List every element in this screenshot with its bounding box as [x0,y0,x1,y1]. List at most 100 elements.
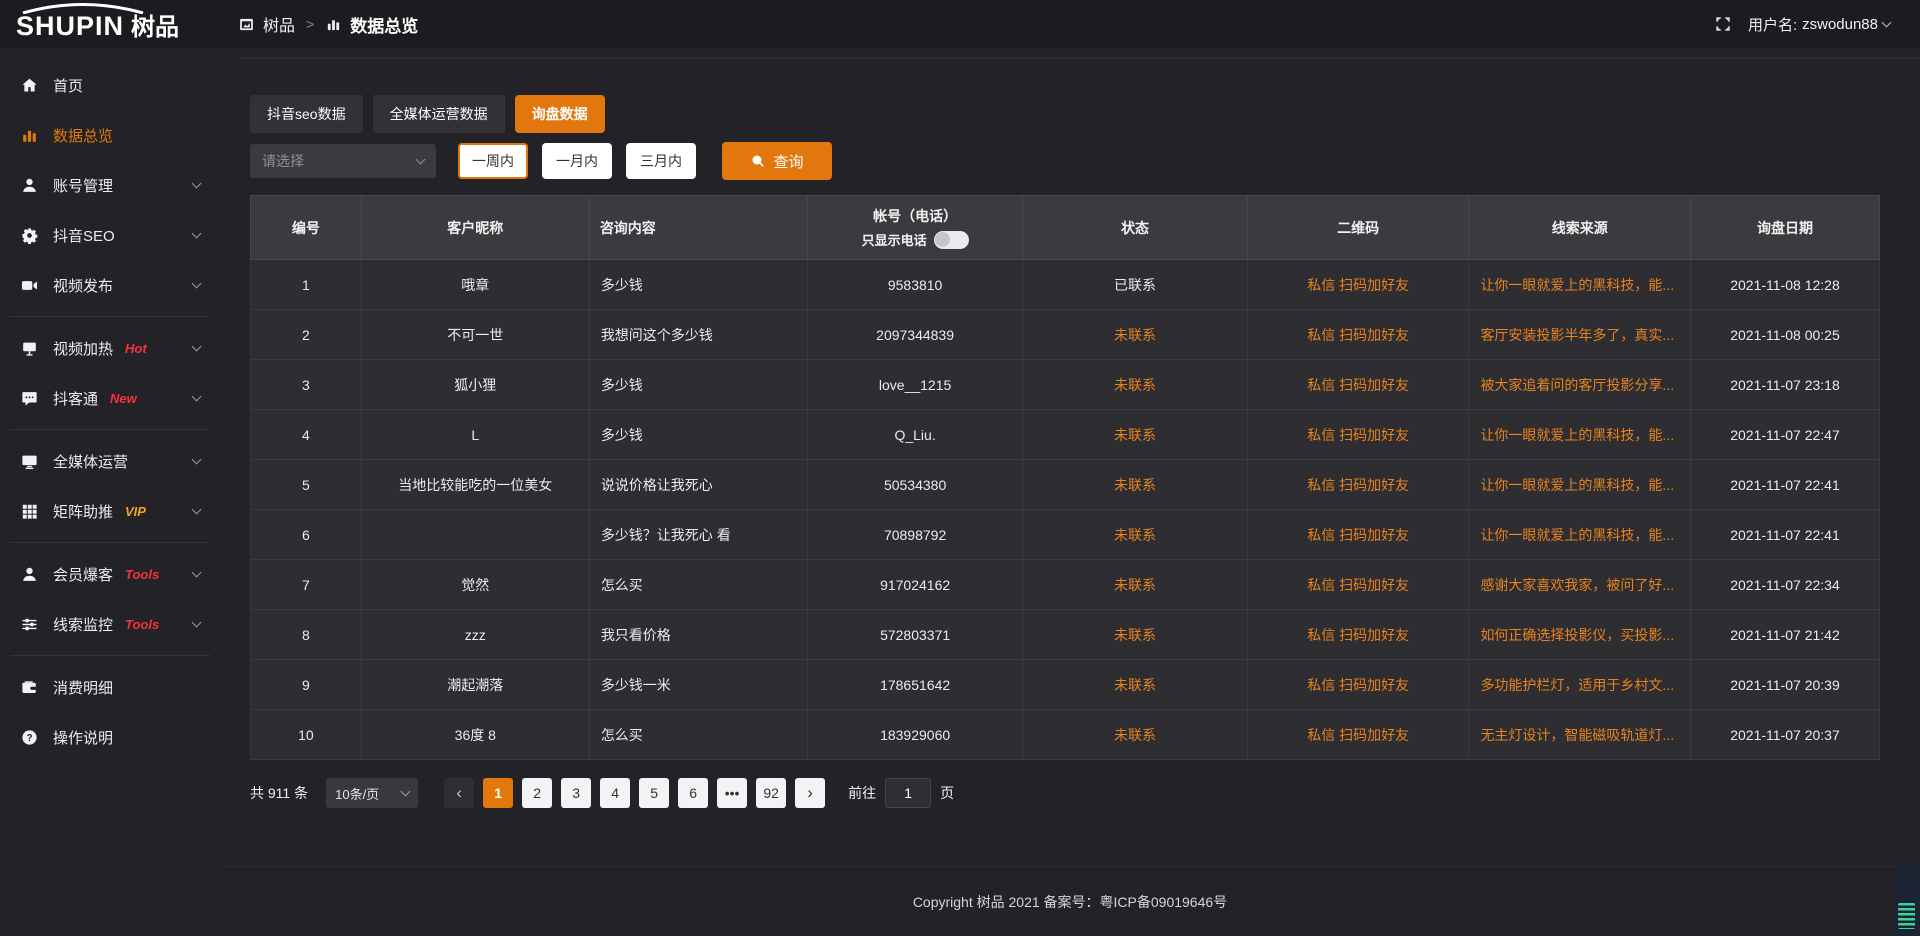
next-page-button[interactable] [795,778,825,808]
video-icon [20,276,39,295]
user-icon [20,565,39,584]
cell-qrcode[interactable]: 私信 扫码加好友 [1247,260,1469,310]
logo-text-en: SHUPIN [16,13,124,48]
username-dropdown[interactable]: 用户名: zswodun88 [1748,14,1890,35]
sidebar-item-consume-detail[interactable]: 消费明细 [0,662,220,712]
cell-content: 怎么买 [589,560,807,610]
cell-source[interactable]: 无主灯设计，智能磁吸轨道灯... [1469,710,1691,760]
page-button-5[interactable]: 5 [639,778,669,808]
table-row: 4L多少钱Q_Liu.未联系私信 扫码加好友让你一眼就爱上的黑科技，能...20… [251,410,1880,460]
cell-qrcode[interactable]: 私信 扫码加好友 [1247,460,1469,510]
cell-date: 2021-11-08 00:25 [1690,310,1879,360]
cell-qrcode[interactable]: 私信 扫码加好友 [1247,560,1469,610]
cell-qrcode[interactable]: 私信 扫码加好友 [1247,510,1469,560]
cell-source[interactable]: 被大家追着问的客厅投影分享... [1469,360,1691,410]
fullscreen-icon[interactable] [1714,15,1732,33]
filter-bar: 请选择 一周内一月内三月内 查询 [250,142,1880,180]
cell-status: 未联系 [1023,310,1248,360]
cell-status: 未联系 [1023,610,1248,660]
period-button-three-months[interactable]: 三月内 [626,143,696,179]
page-button-3[interactable]: 3 [561,778,591,808]
sidebar-item-label: 数据总览 [53,125,113,146]
floating-widget[interactable] [1893,866,1920,936]
sidebar-item-label: 全媒体运营 [53,451,128,472]
logo-arc [20,3,146,14]
cell-nickname: 觉然 [361,560,589,610]
jump-page-input[interactable] [885,778,931,808]
period-button-one-month[interactable]: 一月内 [542,143,612,179]
page-button-4[interactable]: 4 [600,778,630,808]
sidebar-item-home[interactable]: 首页 [0,60,220,110]
page-button-6[interactable]: 6 [678,778,708,808]
cell-no: 10 [251,710,362,760]
sidebar-item-member-baoke[interactable]: 会员爆客Tools [0,549,220,599]
table-row: 6多少钱？让我死心 看70898792未联系私信 扫码加好友让你一眼就爱上的黑科… [251,510,1880,560]
sidebar-item-operation-guide[interactable]: ?操作说明 [0,712,220,762]
tab-media-operation-data[interactable]: 全媒体运营数据 [373,95,505,133]
sidebar-item-data-overview[interactable]: 数据总览 [0,110,220,160]
cell-qrcode[interactable]: 私信 扫码加好友 [1247,710,1469,760]
breadcrumb-root[interactable]: 树品 [263,12,295,36]
sidebar-item-account-management[interactable]: 账号管理 [0,160,220,210]
cell-qrcode[interactable]: 私信 扫码加好友 [1247,360,1469,410]
tab-inquiry-data[interactable]: 询盘数据 [515,95,605,133]
cell-account: 917024162 [808,560,1023,610]
period-button-one-week[interactable]: 一周内 [458,143,528,179]
sidebar-item-video-heat[interactable]: 视频加热Hot [0,323,220,373]
table-row: 1哦章多少钱9583810已联系私信 扫码加好友让你一眼就爱上的黑科技，能...… [251,260,1880,310]
sidebar-item-badge: VIP [125,504,146,519]
cell-content: 多少钱一米 [589,660,807,710]
cell-content: 多少钱？让我死心 看 [589,510,807,560]
home-icon [20,76,39,95]
sidebar-divider [10,542,210,543]
tab-douyin-seo-data[interactable]: 抖音seo数据 [250,95,363,133]
cell-content: 多少钱 [589,260,807,310]
sidebar-item-label: 消费明细 [53,677,113,698]
sidebar-item-douyin-seo[interactable]: 抖音SEO [0,210,220,260]
app-logo[interactable]: SHUPIN 树品 [0,0,220,48]
cell-qrcode[interactable]: 私信 扫码加好友 [1247,410,1469,460]
cell-source[interactable]: 多功能护栏灯，适用于乡村文... [1469,660,1691,710]
page-button-1[interactable]: 1 [483,778,513,808]
sidebar-item-badge: Hot [125,341,147,356]
prev-page-button[interactable] [444,778,474,808]
page-ellipsis-button[interactable]: ••• [717,778,747,808]
logo-text-cn: 树品 [131,16,179,48]
page-button-2[interactable]: 2 [522,778,552,808]
sidebar-item-douketong[interactable]: 抖客通New [0,373,220,423]
page-size-select[interactable]: 10条/页 [326,778,418,808]
cell-status: 未联系 [1023,460,1248,510]
sidebar-item-media-operation[interactable]: 全媒体运营 [0,436,220,486]
phone-only-toggle[interactable] [934,231,969,249]
sidebar-item-badge: New [110,391,137,406]
chevron-down-icon [192,228,202,238]
sidebar-item-clue-monitor[interactable]: 线索监控 Tools [0,599,220,649]
sidebar-item-label: 线索监控 [53,614,113,635]
page-button-92[interactable]: 92 [756,778,786,808]
sidebar-item-label: 操作说明 [53,727,113,748]
cell-qrcode[interactable]: 私信 扫码加好友 [1247,310,1469,360]
cell-content: 说说价格让我死心 [589,460,807,510]
cell-source[interactable]: 让你一眼就爱上的黑科技，能... [1469,460,1691,510]
sidebar-item-matrix-boost[interactable]: 矩阵助推 VIP [0,486,220,536]
query-button[interactable]: 查询 [722,142,832,180]
copyright-text: Copyright 树品 2021 备案号：粤ICP备09019646号 [913,892,1227,912]
cell-source[interactable]: 感谢大家喜欢我家，被问了好... [1469,560,1691,610]
cell-content: 多少钱 [589,360,807,410]
grid-icon [20,502,39,521]
cell-source[interactable]: 客厅安装投影半年多了，真实... [1469,310,1691,360]
cell-status: 未联系 [1023,410,1248,460]
pagination: 共 911 条 10条/页 123456•••92 前往 页 [250,778,1880,808]
filter-select[interactable]: 请选择 [250,144,436,178]
cell-source[interactable]: 让你一眼就爱上的黑科技，能... [1469,260,1691,310]
page-number-buttons: 123456 ••• 92 [483,778,795,808]
chevron-down-icon [192,617,202,627]
sidebar-item-badge: Tools [125,617,159,632]
sidebar-item-video-publish[interactable]: 视频发布 [0,260,220,310]
cell-source[interactable]: 如何正确选择投影仪，买投影... [1469,610,1691,660]
cell-source[interactable]: 让你一眼就爱上的黑科技，能... [1469,510,1691,560]
cell-source[interactable]: 让你一眼就爱上的黑科技，能... [1469,410,1691,460]
cell-qrcode[interactable]: 私信 扫码加好友 [1247,610,1469,660]
sidebar-item-label: 矩阵助推 [53,501,113,522]
cell-qrcode[interactable]: 私信 扫码加好友 [1247,660,1469,710]
